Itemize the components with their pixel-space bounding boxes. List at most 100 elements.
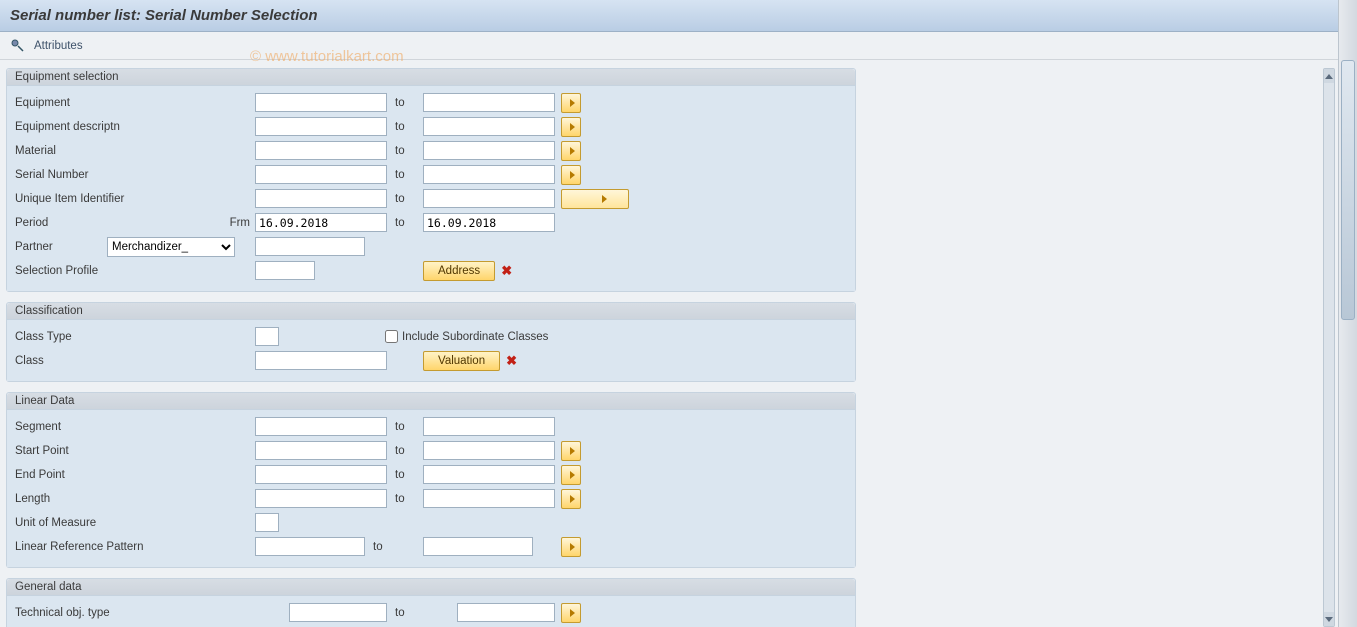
equipment-descriptn-to-input[interactable] xyxy=(423,117,555,136)
start-point-from-input[interactable] xyxy=(255,441,387,460)
linear-ref-pattern-multiselect-icon[interactable] xyxy=(561,537,581,557)
group-equipment-selection: Equipment selection Equipment to Equipme… xyxy=(6,68,856,292)
equipment-multiselect-icon[interactable] xyxy=(561,93,581,113)
to-label: to xyxy=(387,607,423,619)
linear-ref-pattern-from-input[interactable] xyxy=(255,537,365,556)
segment-to-input[interactable] xyxy=(423,417,555,436)
toolbar: Attributes xyxy=(0,32,1357,60)
window-scrollbar-thumb[interactable] xyxy=(1341,60,1355,320)
row-period: Period Frm to xyxy=(15,211,847,234)
end-point-multiselect-icon[interactable] xyxy=(561,465,581,485)
label-partner: Partner xyxy=(15,241,107,253)
to-label: to xyxy=(387,421,423,433)
to-label: to xyxy=(387,445,423,457)
label-equipment: Equipment xyxy=(15,97,230,109)
row-material: Material to xyxy=(15,139,847,162)
equipment-descriptn-from-input[interactable] xyxy=(255,117,387,136)
material-from-input[interactable] xyxy=(255,141,387,160)
to-label: to xyxy=(387,145,423,157)
label-class: Class xyxy=(15,355,230,367)
serial-number-multiselect-icon[interactable] xyxy=(561,165,581,185)
label-class-type: Class Type xyxy=(15,331,230,343)
row-unique-item-identifier: Unique Item Identifier to xyxy=(15,187,847,210)
attributes-icon[interactable] xyxy=(10,38,26,54)
serial-number-to-input[interactable] xyxy=(423,165,555,184)
equipment-to-input[interactable] xyxy=(423,93,555,112)
row-length: Length to xyxy=(15,487,847,510)
equipment-descriptn-multiselect-icon[interactable] xyxy=(561,117,581,137)
to-label: to xyxy=(387,469,423,481)
class-type-input[interactable] xyxy=(255,327,279,346)
start-point-multiselect-icon[interactable] xyxy=(561,441,581,461)
label-technical-obj-type: Technical obj. type xyxy=(15,607,230,619)
form-scroll-region[interactable]: Equipment selection Equipment to Equipme… xyxy=(6,68,1317,627)
content-area: Equipment selection Equipment to Equipme… xyxy=(0,60,1357,627)
partner-select[interactable]: Merchandizer_ xyxy=(107,237,235,257)
window-scrollbar[interactable] xyxy=(1338,0,1357,627)
to-label: to xyxy=(387,169,423,181)
material-multiselect-icon[interactable] xyxy=(561,141,581,161)
group-title-classification: Classification xyxy=(7,303,855,320)
scroll-down-icon[interactable] xyxy=(1324,612,1334,626)
technical-obj-type-from-input[interactable] xyxy=(289,603,387,622)
start-point-to-input[interactable] xyxy=(423,441,555,460)
unique-item-identifier-to-input[interactable] xyxy=(423,189,555,208)
serial-number-from-input[interactable] xyxy=(255,165,387,184)
row-selection-profile: Selection Profile Address ✖ xyxy=(15,259,847,282)
material-to-input[interactable] xyxy=(423,141,555,160)
end-point-from-input[interactable] xyxy=(255,465,387,484)
row-equipment-descriptn: Equipment descriptn to xyxy=(15,115,847,138)
to-label: to xyxy=(365,541,423,553)
period-from-input[interactable] xyxy=(255,213,387,232)
length-from-input[interactable] xyxy=(255,489,387,508)
segment-from-input[interactable] xyxy=(255,417,387,436)
length-multiselect-icon[interactable] xyxy=(561,489,581,509)
attributes-button[interactable]: Attributes xyxy=(34,40,83,52)
unique-item-identifier-from-input[interactable] xyxy=(255,189,387,208)
group-title-general-data: General data xyxy=(7,579,855,596)
to-label: to xyxy=(387,493,423,505)
partner-value-input[interactable] xyxy=(255,237,365,256)
class-input[interactable] xyxy=(255,351,387,370)
scroll-up-icon[interactable] xyxy=(1324,69,1334,83)
label-end-point: End Point xyxy=(15,469,230,481)
form-scrollbar[interactable] xyxy=(1323,68,1335,627)
selection-profile-input[interactable] xyxy=(255,261,315,280)
include-subordinate-checkbox[interactable] xyxy=(385,330,398,343)
technical-obj-type-multiselect-icon[interactable] xyxy=(561,603,581,623)
row-serial-number: Serial Number to xyxy=(15,163,847,186)
label-equipment-descriptn: Equipment descriptn xyxy=(15,121,230,133)
to-label: to xyxy=(387,97,423,109)
address-button[interactable]: Address xyxy=(423,261,495,281)
row-partner: Partner Merchandizer_ xyxy=(15,235,847,258)
length-to-input[interactable] xyxy=(423,489,555,508)
group-linear-data: Linear Data Segment to Start Point to xyxy=(6,392,856,568)
unique-item-identifier-multiselect-icon[interactable] xyxy=(561,189,629,209)
group-title-linear-data: Linear Data xyxy=(7,393,855,410)
equipment-from-input[interactable] xyxy=(255,93,387,112)
valuation-button[interactable]: Valuation xyxy=(423,351,500,371)
label-linear-reference-pattern: Linear Reference Pattern xyxy=(15,541,230,553)
title-bar: Serial number list: Serial Number Select… xyxy=(0,0,1357,32)
unit-of-measure-input[interactable] xyxy=(255,513,279,532)
label-length: Length xyxy=(15,493,230,505)
app-window: Serial number list: Serial Number Select… xyxy=(0,0,1357,627)
label-selection-profile: Selection Profile xyxy=(15,265,230,277)
label-period: Period xyxy=(15,217,205,229)
valuation-delete-icon[interactable]: ✖ xyxy=(506,353,517,369)
period-to-input[interactable] xyxy=(423,213,555,232)
address-delete-icon[interactable]: ✖ xyxy=(501,263,512,279)
row-start-point: Start Point to xyxy=(15,439,847,462)
to-label: to xyxy=(387,217,423,229)
group-general-data: General data Technical obj. type to Equi… xyxy=(6,578,856,627)
label-material: Material xyxy=(15,145,230,157)
end-point-to-input[interactable] xyxy=(423,465,555,484)
label-include-subordinate: Include Subordinate Classes xyxy=(402,331,548,343)
linear-ref-pattern-to-input[interactable] xyxy=(423,537,533,556)
label-unit-of-measure: Unit of Measure xyxy=(15,517,230,529)
technical-obj-type-to-input[interactable] xyxy=(457,603,555,622)
label-segment: Segment xyxy=(15,421,230,433)
row-linear-reference-pattern: Linear Reference Pattern to xyxy=(15,535,847,558)
group-classification: Classification Class Type Include Subord… xyxy=(6,302,856,382)
to-label: to xyxy=(387,121,423,133)
